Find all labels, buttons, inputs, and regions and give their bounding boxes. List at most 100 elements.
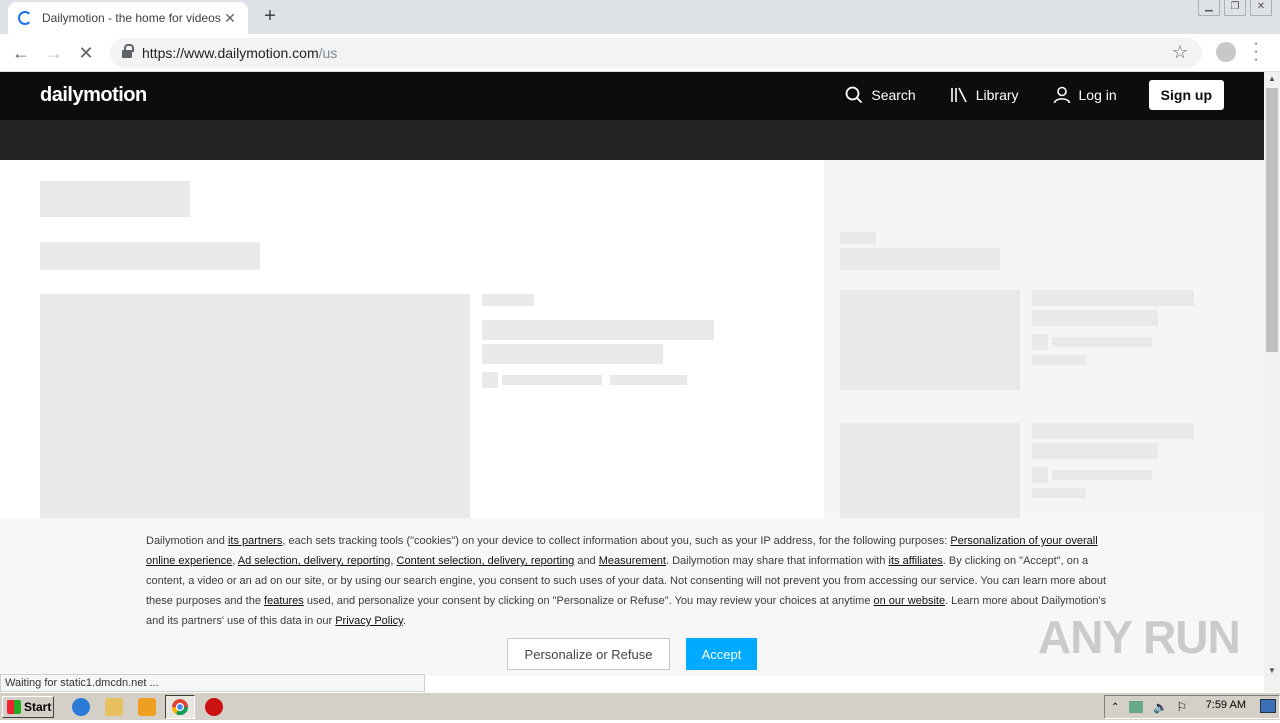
- url-path: /us: [318, 45, 338, 61]
- nav-search[interactable]: Search: [845, 86, 916, 104]
- cookie-text-part: Dailymotion and: [146, 535, 228, 547]
- cookie-text-part: and: [574, 555, 599, 567]
- search-icon: [845, 86, 863, 104]
- cookie-text-part: , each sets tracking tools ("cookies") o…: [282, 535, 951, 547]
- nav-library[interactable]: Library: [950, 86, 1019, 104]
- close-window-button[interactable]: ✕: [1250, 0, 1272, 16]
- privacy-policy-link[interactable]: Privacy Policy: [335, 615, 403, 627]
- back-button[interactable]: ←: [10, 42, 32, 64]
- affiliates-link[interactable]: its affiliates: [889, 555, 943, 567]
- start-label: Start: [24, 700, 52, 714]
- skeleton-thumbnail: [840, 423, 1020, 523]
- anyrun-watermark-logo: ANY RUN: [1038, 611, 1241, 663]
- cookie-consent-banner: Dailymotion and its partners, each sets …: [0, 518, 1264, 676]
- minimize-button[interactable]: ▁: [1198, 0, 1220, 16]
- lock-icon[interactable]: [122, 43, 134, 59]
- skeleton-block: [482, 320, 714, 340]
- scroll-up-icon[interactable]: ▲: [1264, 72, 1280, 86]
- volume-icon[interactable]: 🔈: [1153, 700, 1168, 714]
- nav-login-label: Log in: [1078, 87, 1117, 103]
- signup-button[interactable]: Sign up: [1148, 80, 1224, 110]
- skeleton-block: [502, 375, 602, 385]
- skeleton-block: [1052, 470, 1152, 480]
- ad-selection-link[interactable]: Ad selection, delivery, reporting: [238, 555, 391, 567]
- library-icon: [950, 87, 967, 103]
- skeleton-block: [1032, 355, 1086, 365]
- skeleton-block: [1032, 290, 1194, 306]
- internet-explorer-icon[interactable]: [72, 698, 90, 716]
- restore-button[interactable]: ❐: [1224, 0, 1246, 16]
- cookie-buttons: Personalize or Refuse Accept: [507, 638, 757, 670]
- media-player-icon[interactable]: [138, 698, 156, 716]
- skeleton-block: [610, 375, 687, 385]
- tab-close-icon[interactable]: ✕: [222, 10, 238, 27]
- windows-logo-icon: [7, 700, 21, 714]
- opera-icon[interactable]: [205, 698, 223, 716]
- chrome-taskbar-button[interactable]: [165, 695, 195, 719]
- scroll-down-icon[interactable]: ▼: [1264, 664, 1280, 678]
- nav-search-label: Search: [871, 87, 916, 103]
- page-viewport: dailymotion Search Library Log in Sign u…: [0, 72, 1264, 676]
- address-bar[interactable]: https://www.dailymotion.com/us ☆: [110, 38, 1202, 68]
- action-center-flag-icon[interactable]: ⚐: [1176, 700, 1187, 714]
- profile-avatar-icon[interactable]: [1216, 42, 1236, 62]
- forward-button[interactable]: →: [43, 42, 65, 64]
- browser-tab[interactable]: Dailymotion - the home for videos th ✕: [8, 2, 248, 34]
- show-desktop-icon[interactable]: [1260, 699, 1276, 713]
- nav-library-label: Library: [975, 87, 1019, 103]
- site-logo[interactable]: dailymotion: [40, 84, 147, 107]
- site-header: dailymotion Search Library Log in Sign u…: [0, 72, 1264, 120]
- cookie-text-part: .: [402, 615, 406, 627]
- window-controls: ▁ ❐ ✕: [1198, 0, 1272, 16]
- page-scrollbar[interactable]: ▲ ▼: [1264, 72, 1280, 692]
- skeleton-block: [482, 294, 534, 306]
- skeleton-block: [1032, 443, 1158, 459]
- skeleton-video-thumbnail: [40, 294, 470, 534]
- cookie-text-part: used, and personalize your consent by cl…: [303, 595, 874, 607]
- loading-spinner-icon: [18, 11, 32, 25]
- stop-loading-button[interactable]: ✕: [75, 42, 97, 64]
- cookie-text-part: . Dailymotion may share that information…: [666, 555, 889, 567]
- personalize-refuse-button[interactable]: Personalize or Refuse: [507, 638, 670, 670]
- tab-title: Dailymotion - the home for videos th: [42, 11, 222, 25]
- chrome-icon: [171, 699, 189, 716]
- skeleton-block: [40, 181, 190, 217]
- browser-menu-icon[interactable]: · · ·: [1250, 36, 1262, 68]
- skeleton-block: [482, 344, 663, 364]
- file-explorer-icon[interactable]: [105, 698, 123, 716]
- browser-status-text: Waiting for static1.dmcdn.net ...: [0, 674, 425, 692]
- system-tray: ⌃ 🔈 ⚐: [1104, 695, 1280, 719]
- cookie-consent-text: Dailymotion and its partners, each sets …: [146, 531, 1122, 631]
- browser-toolbar: ← → ✕ https://www.dailymotion.com/us ☆: [0, 34, 1280, 72]
- skeleton-block: [1032, 310, 1158, 326]
- skeleton-block: [1052, 337, 1152, 347]
- measurement-link[interactable]: Measurement: [599, 555, 666, 567]
- site-subbar: [0, 120, 1264, 160]
- skeleton-block: [1032, 334, 1048, 350]
- start-button[interactable]: Start: [2, 696, 54, 718]
- nav-login[interactable]: Log in: [1053, 86, 1117, 104]
- skeleton-block: [1032, 423, 1194, 439]
- skeleton-block: [1032, 467, 1048, 483]
- bookmark-star-icon[interactable]: ☆: [1172, 42, 1188, 63]
- website-link[interactable]: on our website: [874, 595, 946, 607]
- skeleton-block: [40, 242, 260, 270]
- features-link[interactable]: features: [264, 595, 304, 607]
- site-nav: Search Library Log in Sign up: [811, 80, 1224, 110]
- accept-button[interactable]: Accept: [686, 638, 757, 670]
- skeleton-block: [840, 232, 876, 244]
- partners-link[interactable]: its partners: [228, 535, 282, 547]
- url-host: https://www.dailymotion.com: [142, 45, 319, 61]
- skeleton-block: [840, 248, 1000, 270]
- skeleton-block: [482, 372, 498, 388]
- new-tab-button[interactable]: +: [260, 6, 280, 26]
- taskbar-clock[interactable]: 7:59 AM: [1206, 699, 1246, 711]
- tray-expand-icon[interactable]: ⌃: [1111, 702, 1119, 713]
- content-selection-link[interactable]: Content selection, delivery, reporting: [397, 555, 575, 567]
- windows-taskbar: Start ⌃ 🔈 ⚐ 7:59 AM: [0, 692, 1280, 720]
- skeleton-thumbnail: [840, 290, 1020, 390]
- network-icon[interactable]: [1129, 701, 1144, 713]
- user-icon: [1053, 86, 1070, 104]
- scrollbar-thumb[interactable]: [1266, 88, 1278, 352]
- skeleton-block: [1032, 488, 1086, 498]
